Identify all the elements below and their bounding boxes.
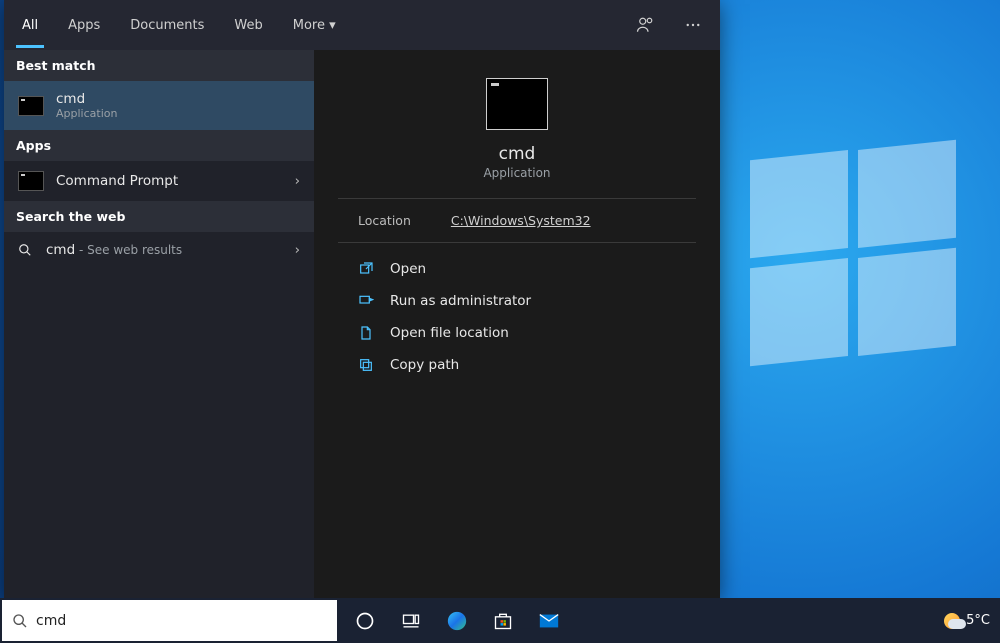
tab-documents[interactable]: Documents	[124, 3, 210, 48]
action-run-as-admin[interactable]: Run as administrator	[344, 285, 690, 317]
search-icon	[12, 613, 28, 629]
result-detail-pane: cmd Application Location C:\Windows\Syst…	[314, 50, 720, 598]
desktop: All Apps Documents Web More ▾ Best match…	[0, 0, 1000, 643]
web-result[interactable]: cmd - See web results ›	[4, 232, 314, 268]
detail-title: cmd	[338, 144, 696, 164]
mail-icon[interactable]	[533, 598, 565, 643]
store-icon[interactable]	[487, 598, 519, 643]
apps-item-title: Command Prompt	[56, 173, 178, 189]
search-results-panel: All Apps Documents Web More ▾ Best match…	[4, 0, 720, 598]
location-label: Location	[358, 213, 411, 228]
weather-temp: 5°C	[966, 613, 990, 628]
edge-icon[interactable]	[441, 598, 473, 643]
web-result-suffix: - See web results	[75, 243, 182, 257]
search-input[interactable]	[36, 600, 327, 641]
location-row: Location C:\Windows\System32	[338, 199, 696, 242]
more-options-icon[interactable]	[678, 10, 708, 40]
action-run-as-admin-label: Run as administrator	[390, 293, 531, 309]
windows-logo-wallpaper	[750, 150, 960, 360]
chevron-right-icon: ›	[295, 173, 300, 189]
apps-result-command-prompt[interactable]: Command Prompt ›	[4, 161, 314, 201]
rewards-icon[interactable]	[630, 10, 660, 40]
weather-icon	[944, 613, 960, 629]
taskbar-search-box[interactable]	[2, 600, 337, 641]
web-result-query: cmd	[46, 242, 75, 258]
action-copy-path-label: Copy path	[390, 357, 459, 373]
cmd-icon	[18, 171, 44, 191]
app-icon-large	[486, 78, 548, 130]
results-list: Best match cmd Application Apps Command …	[4, 50, 314, 598]
best-match-header: Best match	[4, 50, 314, 81]
best-match-title: cmd	[56, 91, 117, 107]
search-icon	[18, 243, 34, 257]
cmd-icon	[18, 96, 44, 116]
action-open-file-location-label: Open file location	[390, 325, 509, 341]
tab-all[interactable]: All	[16, 3, 44, 48]
action-copy-path[interactable]: Copy path	[344, 349, 690, 381]
weather-widget[interactable]: 5°C	[934, 613, 1000, 629]
tab-web[interactable]: Web	[228, 3, 268, 48]
location-value[interactable]: C:\Windows\System32	[451, 213, 591, 228]
tab-more[interactable]: More ▾	[287, 3, 342, 48]
chevron-down-icon: ▾	[329, 18, 336, 33]
search-filter-tabs: All Apps Documents Web More ▾	[4, 0, 720, 50]
shield-icon	[358, 293, 374, 309]
taskbar: 5°C	[0, 598, 1000, 643]
action-open-label: Open	[390, 261, 426, 277]
taskbar-icons	[349, 598, 565, 643]
best-match-result[interactable]: cmd Application	[4, 81, 314, 130]
apps-header: Apps	[4, 130, 314, 161]
open-icon	[358, 261, 374, 277]
copy-icon	[358, 357, 374, 373]
task-view-icon[interactable]	[395, 598, 427, 643]
folder-icon	[358, 325, 374, 341]
cortana-icon[interactable]	[349, 598, 381, 643]
detail-subtitle: Application	[338, 166, 696, 180]
chevron-right-icon: ›	[295, 242, 300, 258]
action-open-file-location[interactable]: Open file location	[344, 317, 690, 349]
actions-list: Open Run as administrator Open file loca…	[338, 243, 696, 391]
action-open[interactable]: Open	[344, 253, 690, 285]
best-match-subtitle: Application	[56, 107, 117, 120]
search-web-header: Search the web	[4, 201, 314, 232]
tab-apps[interactable]: Apps	[62, 3, 106, 48]
